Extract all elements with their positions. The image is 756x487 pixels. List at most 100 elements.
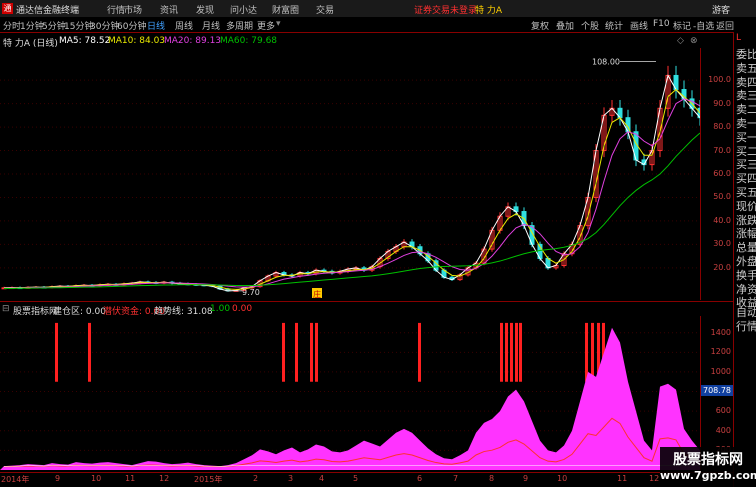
date-tick-label: 4 [319, 474, 325, 483]
title-bar: 通 通达信金融终端 行情 市场 资讯 发现 问小达 财富圈 交易 证券交易未登录… [0, 0, 756, 18]
signal-bar [88, 322, 91, 382]
signal-bar [500, 322, 503, 382]
indicator-info: ⊟ 股票指标网 建仓区: 0.00 潜伏资金: 0.00 趋势线: 31.08 … [0, 304, 700, 317]
indicator-tick-label: 600 [715, 406, 731, 416]
date-tick-label: 6 [417, 474, 423, 483]
settings-icon[interactable]: ◇ [677, 36, 684, 46]
date-tick-label: 7 [453, 474, 459, 483]
price-tick-label: 90.0 [713, 98, 731, 108]
period-tab[interactable]: 5分钟 [42, 19, 66, 32]
tool-button[interactable]: 叠加 [556, 19, 574, 32]
guest-label[interactable]: 游客 [712, 3, 730, 16]
period-tab-more[interactable]: 更多 [257, 19, 275, 32]
app-logo-icon: 通 [2, 3, 13, 14]
watermark-title: 股票指标网 [673, 452, 743, 468]
date-axis: 2014年 9 10 11 12 2015年 2 3 4 5 6 7 8 9 10 11 12 [0, 474, 733, 486]
menu-market[interactable]: 市场 [124, 3, 142, 16]
capital-area [0, 327, 700, 470]
chevron-down-icon[interactable]: ▾ [276, 19, 281, 29]
current-stock-name: 特 力A [475, 6, 503, 16]
date-tick-label: 9 [55, 474, 61, 483]
period-tab[interactable]: 周线 [175, 19, 193, 32]
indicator-menu-icon[interactable]: ⊟ [2, 304, 10, 314]
menu-wenxiaoda[interactable]: 问小达 [230, 3, 257, 16]
price-tick-label: 60.0 [713, 169, 731, 178]
price-tick-label: 20.0 [713, 262, 731, 272]
price-tick-label: 50.0 [713, 192, 731, 202]
main-price-chart[interactable]: 108.00 9.70 庄 [0, 48, 700, 300]
period-tab[interactable]: 月线 [202, 19, 220, 32]
date-tick-label: 10 [557, 474, 568, 483]
tool-button[interactable]: F10 [653, 19, 670, 29]
tool-button[interactable]: 标记 [673, 19, 691, 32]
panel-level-icon: L [736, 33, 742, 43]
date-tick-label: 12 [649, 474, 660, 483]
date-tick-label: 11 [125, 474, 136, 483]
price-tick-label: 100.0 [708, 75, 731, 85]
price-tick-label: 70.0 [713, 145, 731, 155]
period-tab-active[interactable]: 日线 [147, 19, 165, 32]
period-tab[interactable]: 30分钟 [90, 19, 119, 32]
price-axis: 20.0 30.0 40.0 50.0 60.0 70.0 80.0 90.0 100.0 [700, 48, 734, 300]
tool-button[interactable]: -自选 [693, 19, 714, 32]
collapse-icon[interactable]: ⊗ [690, 36, 698, 46]
ma5-value: MA5: 78.52 [59, 36, 111, 46]
price-tick-label: 40.0 [713, 215, 731, 225]
period-tab[interactable]: 60分钟 [117, 19, 146, 32]
menu-quotes[interactable]: 行情 [107, 3, 125, 16]
date-tick-label: 8 [489, 474, 495, 483]
tool-button[interactable]: 个股 [581, 19, 599, 32]
menu-fortune[interactable]: 财富圈 [272, 3, 299, 16]
signal-bar [519, 322, 522, 382]
signal-bar [55, 322, 58, 382]
period-bar: 分时 1分钟 5分钟 15分钟 30分钟 60分钟 日线 周线 月线 多周期 更… [0, 17, 756, 33]
indicator-chart[interactable] [0, 316, 700, 472]
tool-button[interactable]: 返回 [716, 19, 734, 32]
main-chart-info: 特 力A (日线) MA5: 78.52 MA10: 84.03 MA20: 8… [0, 36, 700, 49]
menu-discover[interactable]: 发现 [196, 3, 214, 16]
menu-trade[interactable]: 交易 [316, 3, 334, 16]
low-price-label: 9.70 [242, 288, 260, 297]
tool-button[interactable]: 统计 [605, 19, 623, 32]
date-tick-label: 10 [91, 474, 102, 483]
date-tick-label: 3 [288, 474, 294, 483]
watermark-url: www.7gpzb.com [660, 469, 756, 482]
date-tick-label: 2014年 [1, 475, 30, 484]
indicator-tick-label: 1400 [710, 327, 731, 337]
ma10-value: MA10: 84.03 [108, 36, 166, 46]
menu-news[interactable]: 资讯 [160, 3, 178, 16]
date-tick-label: 5 [353, 474, 359, 483]
signal-bar [295, 322, 298, 382]
tool-button[interactable]: 画线 [630, 19, 648, 32]
high-price-label: 108.00 [592, 57, 620, 66]
period-tab[interactable]: 多周期 [226, 19, 253, 32]
indicator-tick-label: 400 [715, 425, 731, 435]
signal-bar [505, 322, 508, 382]
period-tab[interactable]: 分时 [3, 19, 21, 32]
signal-bar [315, 322, 318, 382]
indicator-tick-label: 1200 [710, 347, 731, 357]
indicator-v2: 0.00 [232, 304, 253, 314]
signal-bar [310, 322, 313, 382]
ma20-value: MA20: 89.13 [164, 36, 222, 46]
signal-bar [282, 322, 285, 382]
tool-button[interactable]: 复权 [531, 19, 549, 32]
signal-bar [515, 322, 518, 382]
trade-login-notice[interactable]: 证券交易未登录 [414, 3, 477, 16]
indicator-tick-label: 1000 [710, 366, 731, 376]
period-tab[interactable]: 1分钟 [20, 19, 44, 32]
indicator-v1: 1.00 [210, 304, 231, 314]
date-tick-label: 9 [523, 474, 529, 483]
auto-quote-toggle[interactable]: 行情 [736, 318, 756, 334]
x-axis-line [0, 472, 733, 473]
date-tick-label: 2015年 [194, 475, 223, 484]
price-tick-label: 30.0 [713, 239, 731, 249]
date-tick-label: 2 [253, 474, 259, 483]
app-title: 通达信金融终端 [16, 6, 80, 16]
ma60-value: MA60: 79.68 [220, 36, 278, 46]
signal-bar [591, 322, 594, 382]
signal-bar [418, 322, 421, 382]
signal-bar [510, 322, 513, 382]
signal-bar [585, 322, 588, 382]
price-tick-label: 80.0 [713, 122, 731, 132]
